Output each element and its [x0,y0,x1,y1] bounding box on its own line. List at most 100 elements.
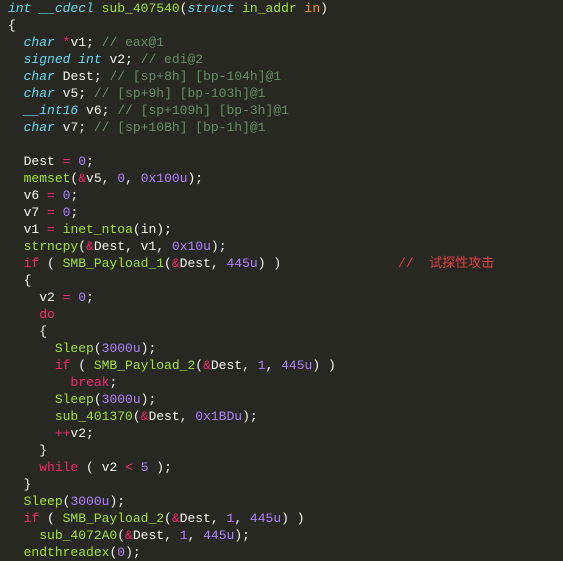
var-name: v5 [86,171,102,186]
code-line: { [8,272,563,289]
code-line: char Dest; // [sp+8h] [bp-104h]@1 [8,68,563,85]
number: 445u [281,358,312,373]
func-call: Sleep [24,494,63,509]
var-name: Dest [63,69,94,84]
amp-op: & [172,511,180,526]
keyword: if [24,511,40,526]
number: 3000u [70,494,109,509]
number: 445u [227,256,258,271]
number: 5 [141,460,149,475]
number: 0 [117,545,125,560]
number: 0 [78,154,86,169]
var-name: v1 [141,239,157,254]
code-line: v6 = 0; [8,187,563,204]
type-kw: char [24,69,55,84]
number: 3000u [102,341,141,356]
code-line: int __cdecl sub_407540(struct in_addr in… [8,0,563,17]
code-line: if ( SMB_Payload_2(&Dest, 1, 445u) ) [8,510,563,527]
keyword: while [39,460,78,475]
func-call: inet_ntoa [63,222,133,237]
var-name: v1 [70,35,86,50]
keyword: do [39,307,55,322]
code-line: Sleep(3000u); [8,391,563,408]
type-kw: int [8,1,31,16]
amp-op: & [203,358,211,373]
param-type: in_addr [242,1,297,16]
comment: // [sp+109h] [bp-3h]@1 [117,103,289,118]
number: 0x10u [172,239,211,254]
keyword: if [55,358,71,373]
var-name: v2 [109,52,125,67]
number: 1 [258,358,266,373]
var-name: Dest [133,528,164,543]
number: 0x1BDu [195,409,242,424]
type-kw: char [24,86,55,101]
func-call: SMB_Payload_2 [63,511,164,526]
code-line: sub_4072A0(&Dest, 1, 445u); [8,527,563,544]
code-line: while ( v2 < 5 ); [8,459,563,476]
var-name: Dest [94,239,125,254]
code-line: } [8,442,563,459]
var-name: v2 [70,426,86,441]
code-line: Sleep(3000u); [8,493,563,510]
code-line: signed int v2; // edi@2 [8,51,563,68]
amp-op: & [125,528,133,543]
code-line: if ( SMB_Payload_1(&Dest, 445u) )// 试探性攻… [8,255,563,272]
code-line: sub_401370(&Dest, 0x1BDu); [8,408,563,425]
var-name: v6 [86,103,102,118]
comment: // eax@1 [102,35,164,50]
type-kw: __int16 [24,103,79,118]
code-line: char v7; // [sp+10Bh] [bp-1h]@1 [8,119,563,136]
code-line: __int16 v6; // [sp+109h] [bp-3h]@1 [8,102,563,119]
code-line: { [8,17,563,34]
struct-kw: struct [187,1,234,16]
type-kw: char [24,120,55,135]
comment: // [sp+10Bh] [bp-1h]@1 [94,120,266,135]
var-name: Dest [211,358,242,373]
var-name: Dest [24,154,55,169]
var-name: Dest [148,409,179,424]
number: 3000u [102,392,141,407]
func-name: sub_407540 [102,1,180,16]
code-line: } [8,476,563,493]
code-line: strncpy(&Dest, v1, 0x10u); [8,238,563,255]
code-viewer: int __cdecl sub_407540(struct in_addr in… [8,0,563,561]
func-call: memset [24,171,71,186]
amp-op: & [172,256,180,271]
amp-op: & [78,171,86,186]
var-name: v2 [39,290,55,305]
code-line: v2 = 0; [8,289,563,306]
comment: // edi@2 [141,52,203,67]
var-name: in [141,222,157,237]
comment-annotation: // 试探性攻击 [398,255,494,272]
code-line [8,136,563,153]
code-line: ++v2; [8,425,563,442]
func-call: SMB_Payload_2 [94,358,195,373]
var-name: Dest [180,256,211,271]
var-name: v7 [63,120,79,135]
code-line: Dest = 0; [8,153,563,170]
code-line: break; [8,374,563,391]
number: 0 [117,171,125,186]
func-call: Sleep [55,341,94,356]
number: 445u [250,511,281,526]
code-line: do [8,306,563,323]
type-kw: char [24,35,55,50]
code-line: v7 = 0; [8,204,563,221]
var-name: v2 [102,460,118,475]
func-call: Sleep [55,392,94,407]
var-name: v6 [24,188,40,203]
param-name: in [305,1,321,16]
var-name: v1 [24,222,40,237]
cc-kw: __cdecl [39,1,94,16]
code-line: Sleep(3000u); [8,340,563,357]
keyword: if [24,256,40,271]
var-name: v7 [24,205,40,220]
comment: // [sp+8h] [bp-104h]@1 [109,69,281,84]
number: 1 [180,528,188,543]
number: 0 [78,290,86,305]
func-call: endthreadex [24,545,110,560]
func-call: sub_4072A0 [39,528,117,543]
code-line: if ( SMB_Payload_2(&Dest, 1, 445u) ) [8,357,563,374]
code-line: char *v1; // eax@1 [8,34,563,51]
